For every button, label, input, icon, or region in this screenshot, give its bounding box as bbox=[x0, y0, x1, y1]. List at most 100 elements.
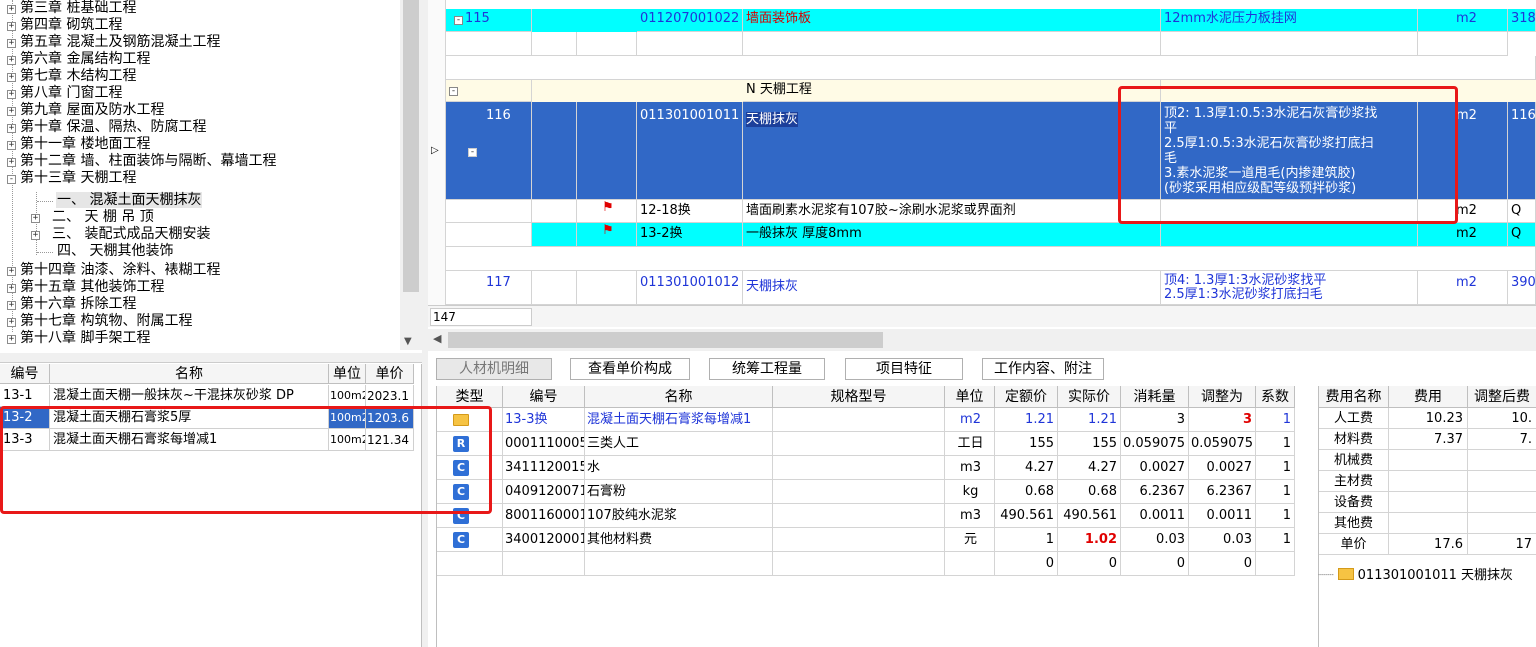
total-consume: 0 bbox=[1121, 552, 1189, 576]
tree-node-ch13-4[interactable]: 四、 天棚其他装饰 bbox=[56, 243, 174, 260]
chapter-tree[interactable]: + 第三章 桩基础工程 + 第四章 砌筑工程 + 第五章 混凝土及钢筋混凝土工程 + 第… bbox=[0, 0, 422, 350]
cell-base: 1 bbox=[995, 528, 1058, 552]
grid-scroll-thumb[interactable] bbox=[448, 332, 883, 348]
fee-col-header-fee[interactable]: 费用 bbox=[1389, 386, 1468, 408]
fee-cell-fee bbox=[1389, 450, 1468, 471]
expand-icon[interactable]: + bbox=[7, 56, 16, 65]
expand-icon[interactable]: + bbox=[31, 214, 40, 223]
tree-node-ch6[interactable]: + 第六章 金属结构工程 bbox=[7, 51, 151, 68]
bill-items-grid[interactable]: ▷ -115 011207001022 墙面装饰板 12mm水泥压力板挂网 m2… bbox=[428, 0, 1536, 305]
cell-adjust: 0.0011 bbox=[1189, 504, 1256, 528]
col-header-actual[interactable]: 实际价 bbox=[1058, 386, 1121, 408]
col-header-unit[interactable]: 单位 bbox=[945, 386, 995, 408]
materials-table: 类型 编号 名称 规格型号 单位 定额价 实际价 消耗量 调整为 系数 13-3换 混凝土面天棚石膏浆… bbox=[436, 386, 1310, 647]
fee-tree-item[interactable]: ┈┈ 011301001011 天棚抹灰 bbox=[1318, 565, 1536, 587]
cell-name: 三类人工 bbox=[585, 432, 773, 456]
tree-node-ch9[interactable]: + 第九章 屋面及防水工程 bbox=[7, 102, 165, 119]
cell-base: 1.21 bbox=[995, 408, 1058, 432]
col-header-coef[interactable]: 系数 bbox=[1256, 386, 1295, 408]
expand-icon[interactable]: + bbox=[7, 39, 16, 48]
row-indicator: ▷ bbox=[431, 145, 439, 156]
expand-icon[interactable]: + bbox=[7, 124, 16, 133]
expand-icon[interactable]: + bbox=[7, 90, 16, 99]
cell-adjust: 0.0027 bbox=[1189, 456, 1256, 480]
col-header-code[interactable]: 编号 bbox=[503, 386, 585, 408]
tree-node-ch15[interactable]: + 第十五章 其他装饰工程 bbox=[7, 279, 165, 296]
expand-icon[interactable]: + bbox=[7, 318, 16, 327]
tab-quantity[interactable]: 统筹工程量 bbox=[709, 358, 825, 380]
tree-node-ch14[interactable]: + 第十四章 油漆、涂料、裱糊工程 bbox=[7, 262, 221, 279]
fee-cell-name: 人工费 bbox=[1319, 408, 1389, 429]
col-header-consume[interactable]: 消耗量 bbox=[1121, 386, 1189, 408]
tab-materials[interactable]: 人材机明细 bbox=[436, 358, 552, 380]
col-header-name[interactable]: 名称 bbox=[50, 364, 329, 384]
col-header-unit[interactable]: 单位 bbox=[329, 364, 366, 384]
tree-node-ch12[interactable]: + 第十二章 墙、柱面装饰与隔断、幕墙工程 bbox=[7, 153, 277, 170]
cell-name: 其他材料费 bbox=[585, 528, 773, 552]
expand-icon[interactable]: + bbox=[7, 22, 16, 31]
cell-base: 155 bbox=[995, 432, 1058, 456]
tree-node-ch4[interactable]: + 第四章 砌筑工程 bbox=[7, 17, 123, 34]
tree-node-ch18[interactable]: + 第十八章 脚手架工程 bbox=[7, 330, 151, 347]
total-base: 0 bbox=[995, 552, 1058, 576]
tree-node-ch10[interactable]: + 第十章 保温、隔热、防腐工程 bbox=[7, 119, 207, 136]
collapse-icon[interactable]: - bbox=[454, 16, 463, 25]
fee-cell-name: 设备费 bbox=[1319, 492, 1389, 513]
tree-node-ch13[interactable]: - 第十三章 天棚工程 bbox=[7, 170, 137, 187]
quota-table: 编号 名称 单位 单价 13-1 混凝土面天棚一般抹灰~干混抹灰砂浆 DP 10… bbox=[0, 364, 422, 647]
project-features-cell: 顶2: 1.3厚1:0.5:3水泥石灰膏砂浆找 平 2.5厚1:0.5:3水泥石… bbox=[1161, 102, 1418, 200]
tree-node-ch13-2[interactable]: + 二、 天 棚 吊 顶 bbox=[31, 209, 155, 226]
grid-horizontal-scrollbar[interactable]: ◀ bbox=[428, 329, 1536, 351]
type-cell: C bbox=[437, 456, 503, 480]
tree-node-ch7[interactable]: + 第七章 木结构工程 bbox=[7, 68, 137, 85]
expand-icon[interactable]: + bbox=[7, 301, 16, 310]
expand-icon[interactable]: + bbox=[31, 231, 40, 240]
col-header-base[interactable]: 定额价 bbox=[995, 386, 1058, 408]
expand-icon[interactable]: + bbox=[7, 335, 16, 344]
col-header-price[interactable]: 单价 bbox=[366, 364, 414, 384]
expand-icon[interactable]: + bbox=[7, 107, 16, 116]
cell-spec bbox=[773, 528, 945, 552]
expand-icon[interactable]: + bbox=[7, 284, 16, 293]
tree-scrollbar[interactable]: ▼ bbox=[400, 0, 422, 350]
col-header-spec[interactable]: 规格型号 bbox=[773, 386, 945, 408]
cell-unit: 元 bbox=[945, 528, 995, 552]
collapse-icon[interactable]: - bbox=[468, 148, 477, 157]
tab-unit-price[interactable]: 查看单价构成 bbox=[570, 358, 690, 380]
tree-node-ch16[interactable]: + 第十六章 拆除工程 bbox=[7, 296, 137, 313]
pane-splitter[interactable] bbox=[0, 353, 422, 363]
collapse-icon[interactable]: - bbox=[449, 87, 458, 96]
cell-actual: 1.21 bbox=[1058, 408, 1121, 432]
tree-node-ch5[interactable]: + 第五章 混凝土及钢筋混凝土工程 bbox=[7, 34, 221, 51]
col-header-type[interactable]: 类型 bbox=[437, 386, 503, 408]
fee-col-header-adj[interactable]: 调整后费 bbox=[1468, 386, 1536, 408]
fee-cell-name: 材料费 bbox=[1319, 429, 1389, 450]
fee-cell-adj: 10. bbox=[1468, 408, 1536, 429]
chevron-down-icon[interactable]: ▼ bbox=[404, 336, 412, 347]
cell-unit: m2 bbox=[945, 408, 995, 432]
expand-icon[interactable]: + bbox=[7, 267, 16, 276]
tree-node-ch8[interactable]: + 第八章 门窗工程 bbox=[7, 85, 123, 102]
expand-icon[interactable]: + bbox=[7, 73, 16, 82]
tree-node-ch13-3[interactable]: + 三、 装配式成品天棚安装 bbox=[31, 226, 211, 243]
collapse-icon[interactable]: - bbox=[7, 175, 16, 184]
col-header-adjust[interactable]: 调整为 bbox=[1189, 386, 1256, 408]
expand-icon[interactable]: + bbox=[7, 141, 16, 150]
tab-work-content[interactable]: 工作内容、附注 bbox=[982, 358, 1104, 380]
col-header-name[interactable]: 名称 bbox=[585, 386, 773, 408]
tree-scroll-thumb[interactable] bbox=[403, 0, 419, 292]
detail-tabs: 人材机明细 查看单价构成 统筹工程量 项目特征 工作内容、附注 bbox=[428, 354, 1536, 382]
expand-icon[interactable]: + bbox=[7, 158, 16, 167]
fee-col-header-name[interactable]: 费用名称 bbox=[1319, 386, 1389, 408]
tree-node-ch3[interactable]: + 第三章 桩基础工程 bbox=[7, 0, 137, 17]
tab-features[interactable]: 项目特征 bbox=[845, 358, 963, 380]
cell-coef: 1 bbox=[1256, 504, 1295, 528]
material-badge-icon: C bbox=[453, 532, 469, 548]
tree-node-ch17[interactable]: + 第十七章 构筑物、附属工程 bbox=[7, 313, 193, 330]
expand-icon[interactable]: + bbox=[7, 5, 16, 14]
fee-cell-fee bbox=[1389, 513, 1468, 534]
tree-node-ch11[interactable]: + 第十一章 楼地面工程 bbox=[7, 136, 151, 153]
col-header-code[interactable]: 编号 bbox=[0, 364, 50, 384]
chevron-left-icon[interactable]: ◀ bbox=[433, 332, 441, 345]
tree-node-ch13-1[interactable]: 一、 混凝土面天棚抹灰 bbox=[56, 192, 203, 209]
